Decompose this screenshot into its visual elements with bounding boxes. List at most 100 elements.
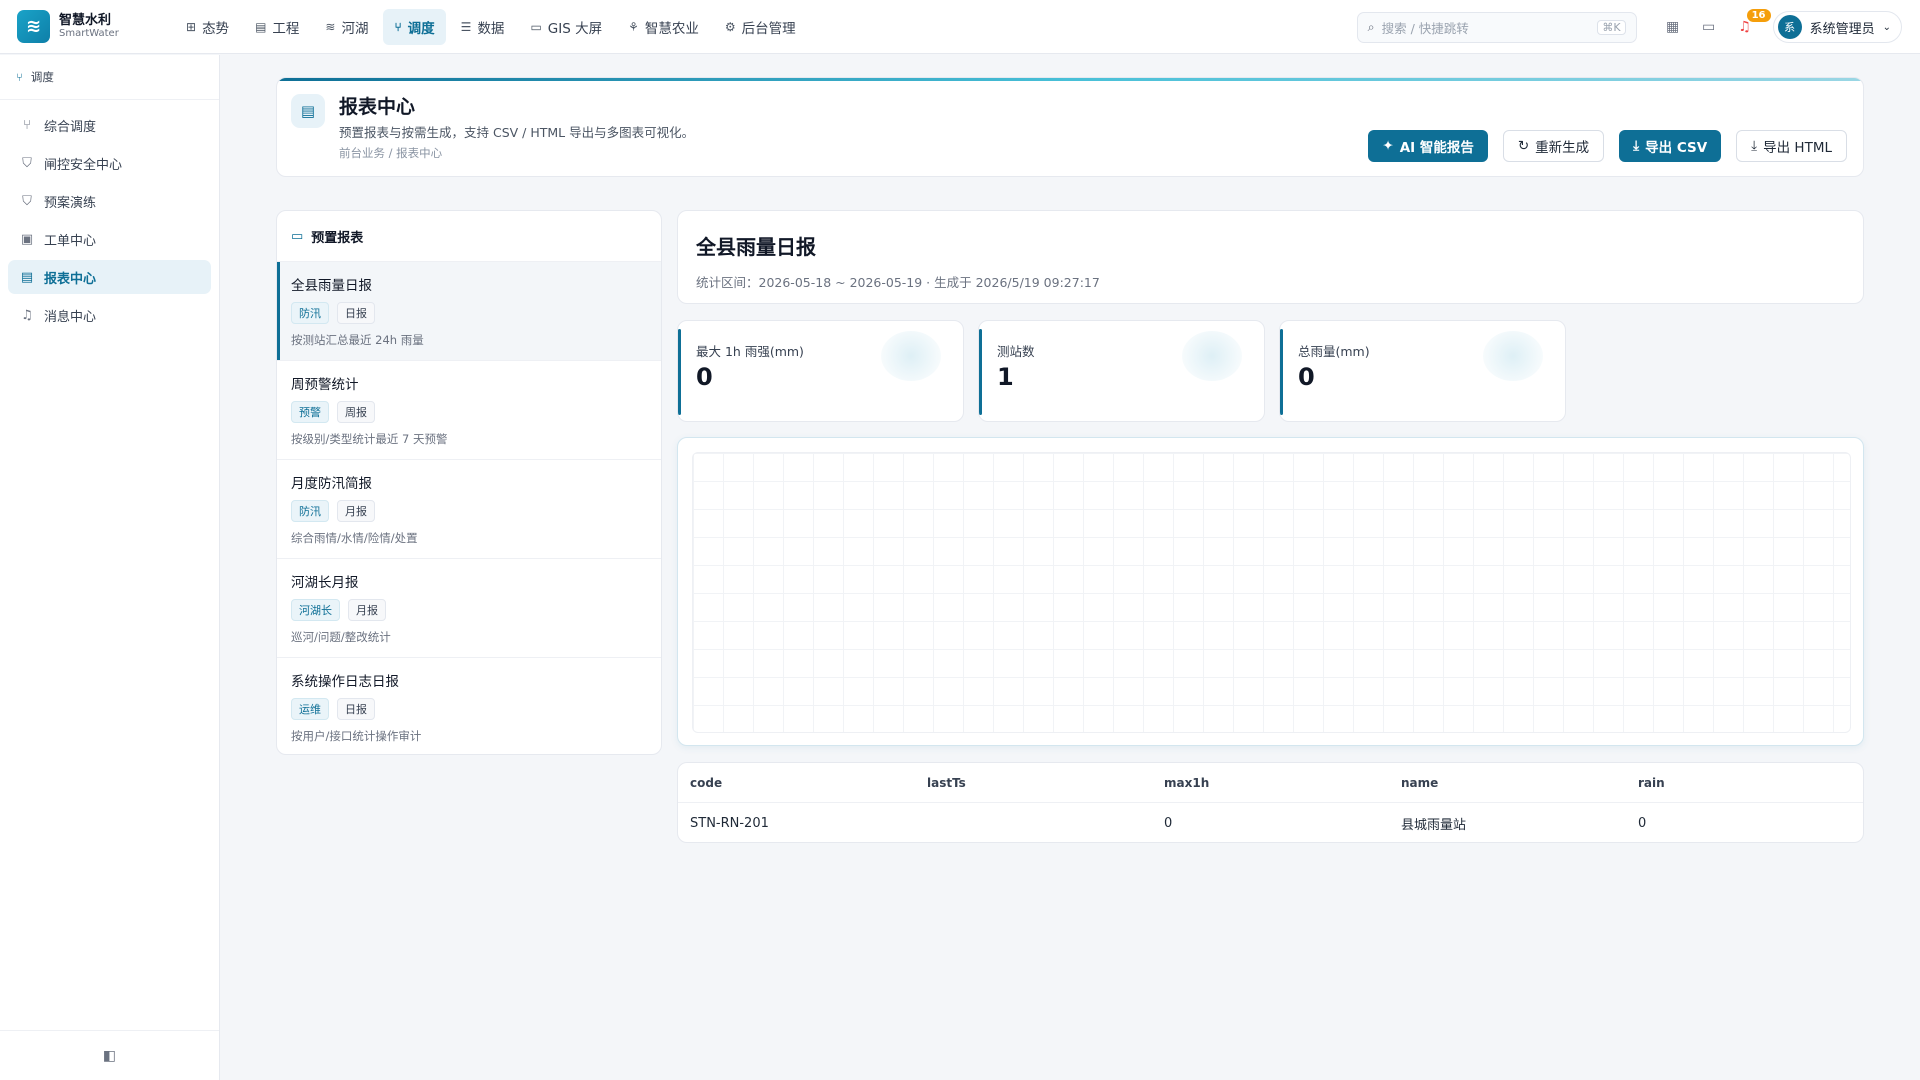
- sidebar-item-label: 综合调度: [44, 119, 97, 135]
- table-cell: 0: [1164, 815, 1173, 831]
- column-header[interactable]: code: [678, 776, 915, 790]
- sidebar-item-0[interactable]: ⑂ 综合调度: [8, 108, 211, 142]
- nav-item-label: 智慧农业: [644, 20, 699, 37]
- nav-item-3[interactable]: ⑂ 调度: [383, 8, 446, 45]
- calendar-icon[interactable]: ▦: [1655, 19, 1691, 35]
- sparkle-icon: ✦: [1382, 138, 1394, 154]
- sidebar-item-icon: ▣: [20, 231, 34, 247]
- branch-icon: ⑂: [16, 70, 23, 84]
- sidebar-item-label: 闸控安全中心: [44, 157, 123, 173]
- user-menu[interactable]: 系 系统管理员 ⌄: [1772, 11, 1902, 43]
- search-placeholder: 搜索 / 快捷跳转: [1381, 20, 1469, 36]
- page-header: ▤ 报表中心 预置报表与按需生成，支持 CSV / HTML 导出与多图表可视化…: [276, 77, 1864, 177]
- bell-icon[interactable]: ♫ 16: [1727, 7, 1773, 35]
- user-name: 系统管理员: [1809, 21, 1875, 37]
- nav-item-2[interactable]: ≋ 河湖: [314, 9, 379, 45]
- preset-report-item[interactable]: 周预警统计 预警 周报 按级别/类型统计最近 7 天预警: [277, 361, 661, 460]
- main-nav: ⊞ 态势 ▤ 工程 ≋ 河湖 ⑂ 调度 ☰ 数据 ▭ GIS 大屏 ⚘ 智慧农业 ⚙ 后台管理: [175, 8, 807, 45]
- monitor-icon: ▭: [530, 19, 542, 34]
- ai-report-button[interactable]: ✦ AI 智能报告: [1368, 130, 1488, 162]
- sidebar-item-label: 工单中心: [44, 233, 97, 249]
- preset-report-item[interactable]: 系统操作日志日报 运维 日报 按用户/接口统计操作审计: [277, 658, 661, 754]
- sidebar-item-label: 消息中心: [44, 309, 97, 325]
- brand[interactable]: ≋ 智慧水利 SmartWater: [0, 10, 175, 43]
- sidebar-item-4[interactable]: ▤ 报表中心: [8, 260, 211, 294]
- sidebar-item-icon: ▤: [20, 269, 34, 285]
- chart-area[interactable]: [692, 452, 1851, 733]
- collapse-sidebar-icon[interactable]: ◧: [0, 1030, 219, 1080]
- tag-badge: 河湖长: [291, 599, 340, 621]
- table-cell: 县城雨量站: [1401, 817, 1467, 833]
- preset-report-item[interactable]: 全县雨量日报 防汛 日报 按测站汇总最近 24h 雨量: [277, 262, 661, 361]
- sidebar-item-3[interactable]: ▣ 工单中心: [8, 222, 211, 256]
- brand-logo-icon: ≋: [17, 10, 50, 43]
- monitor-icon[interactable]: ▭: [1691, 19, 1727, 35]
- report-title: 全县雨量日报: [696, 235, 816, 259]
- nav-item-4[interactable]: ☰ 数据: [450, 9, 516, 45]
- export-csv-button[interactable]: ⤓ 导出 CSV: [1619, 130, 1722, 162]
- regenerate-label: 重新生成: [1535, 140, 1590, 156]
- sidebar-item-5[interactable]: ♫ 消息中心: [8, 298, 211, 332]
- ai-report-label: AI 智能报告: [1399, 140, 1474, 156]
- column-header[interactable]: rain: [1626, 776, 1863, 790]
- stat-card-max-1h-rain: 最大 1h 雨强(mm) 0: [677, 320, 964, 422]
- preset-report-item[interactable]: 月度防汛简报 防汛 月报 综合雨情/水情/险情/处置: [277, 460, 661, 559]
- nav-item-label: 调度: [407, 20, 435, 37]
- preset-report-description: 综合雨情/水情/险情/处置: [291, 531, 418, 545]
- sidebar-item-icon: ⛉: [22, 193, 32, 209]
- sidebar-item-label: 报表中心: [44, 271, 97, 287]
- nav-item-label: 河湖: [341, 20, 369, 37]
- tag-badge: 日报: [337, 698, 375, 720]
- sidebar-menu: ⑂ 综合调度 ⛉ 闸控安全中心 ⛉ 预案演练 ▣ 工单中心 ▤ 报表中心 ♫ 消息中心: [0, 100, 219, 344]
- nav-item-label: 态势: [202, 20, 230, 37]
- preset-report-description: 巡河/问题/整改统计: [291, 630, 391, 644]
- table-row[interactable]: STN-RN-201 0 县城雨量站 0: [678, 803, 1863, 842]
- nav-item-1[interactable]: ▤ 工程: [244, 9, 310, 45]
- sidebar-item-1[interactable]: ⛉ 闸控安全中心: [8, 146, 211, 180]
- nav-item-0[interactable]: ⊞ 态势: [175, 9, 240, 45]
- sidebar-item-2[interactable]: ⛉ 预案演练: [8, 184, 211, 218]
- preset-report-tags: 预警 周报: [291, 401, 647, 423]
- stat-label: 总雨量(mm): [1298, 344, 1370, 359]
- search-icon: ⌕: [1367, 19, 1375, 34]
- preset-report-title: 系统操作日志日报: [291, 674, 399, 690]
- preset-report-tags: 防汛 日报: [291, 302, 647, 324]
- tag-badge: 月报: [337, 500, 375, 522]
- preset-report-title: 河湖长月报: [291, 575, 359, 591]
- export-html-button[interactable]: ⤓ 导出 HTML: [1736, 130, 1847, 162]
- gear-icon: ⚙: [724, 19, 736, 34]
- report-table: code lastTs max1h name rain STN-RN-201 0 县城雨量站…: [677, 762, 1864, 843]
- tag-badge: 运维: [291, 698, 329, 720]
- nav-item-6[interactable]: ⚘ 智慧农业: [617, 9, 710, 45]
- table-cell: STN-RN-201: [690, 815, 769, 831]
- tag-badge: 防汛: [291, 302, 329, 324]
- tag-badge: 预警: [291, 401, 329, 423]
- export-csv-label: 导出 CSV: [1645, 140, 1708, 156]
- avatar: 系: [1777, 15, 1802, 39]
- sidebar: ⑂ 调度 ⑂ 综合调度 ⛉ 闸控安全中心 ⛉ 预案演练 ▣ 工单中心 ▤ 报表中心 ♫ 消息中心 ◧: [0, 55, 220, 1080]
- preset-report-tags: 河湖长 月报: [291, 599, 647, 621]
- grid-icon: ⊞: [186, 19, 197, 34]
- tag-badge: 月报: [348, 599, 386, 621]
- download-icon: ⤓: [1751, 138, 1758, 154]
- branch-icon: ⑂: [394, 19, 402, 34]
- preset-report-tags: 运维 日报: [291, 698, 647, 720]
- stat-value: 1: [997, 363, 1014, 391]
- nav-item-7[interactable]: ⚙ 后台管理: [714, 9, 807, 45]
- table-cell: 0: [1638, 815, 1647, 831]
- regenerate-button[interactable]: ↻ 重新生成: [1502, 130, 1605, 162]
- page-description: 预置报表与按需生成，支持 CSV / HTML 导出与多图表可视化。: [339, 125, 695, 140]
- preset-report-item[interactable]: 河湖长月报 河湖长 月报 巡河/问题/整改统计: [277, 559, 661, 658]
- search-input[interactable]: ⌕ 搜索 / 快捷跳转 ⌘K: [1356, 11, 1637, 43]
- column-header[interactable]: name: [1389, 776, 1626, 790]
- tag-badge: 防汛: [291, 500, 329, 522]
- stat-value: 0: [1298, 363, 1315, 391]
- sidebar-item-label: 预案演练: [44, 195, 97, 211]
- column-header[interactable]: max1h: [1152, 776, 1389, 790]
- preset-reports-title: 预置报表: [311, 230, 364, 246]
- preset-report-title: 周预警统计: [291, 377, 359, 393]
- nav-item-label: 数据: [477, 20, 505, 37]
- nav-item-label: 工程: [272, 20, 300, 37]
- nav-item-5[interactable]: ▭ GIS 大屏: [519, 9, 613, 45]
- column-header[interactable]: lastTs: [915, 776, 1152, 790]
